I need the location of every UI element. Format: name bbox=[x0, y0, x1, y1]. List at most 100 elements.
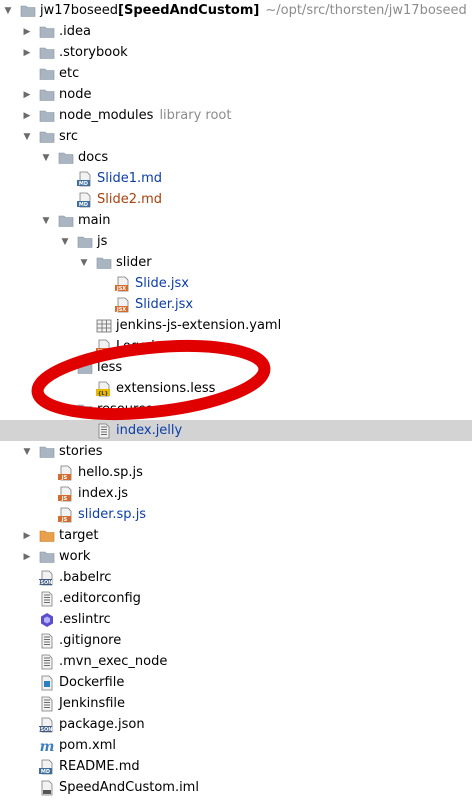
module-name: [SpeedAndCustom] bbox=[118, 3, 260, 18]
chevron-down-icon[interactable]: ▼ bbox=[2, 0, 14, 21]
chevron-down-icon[interactable]: ▼ bbox=[40, 210, 52, 231]
folder-icon bbox=[39, 108, 55, 124]
tree-item-label: Slide1.md bbox=[97, 171, 163, 186]
tree-row[interactable]: ▶ .eslintrc bbox=[0, 609, 472, 630]
tree-row[interactable]: ▶ jenkins-js-extension.yaml bbox=[0, 315, 472, 336]
tree-row[interactable]: ▶ mpom.xml bbox=[0, 735, 472, 756]
tree-row[interactable]: ▶ Dockerfile bbox=[0, 672, 472, 693]
folder-icon bbox=[58, 213, 74, 229]
svg-text:MD: MD bbox=[79, 202, 88, 208]
tree-item-label: hello.sp.js bbox=[78, 465, 143, 480]
tree-row[interactable]: ▼ slider bbox=[0, 252, 472, 273]
tree-row[interactable]: ▼ js bbox=[0, 231, 472, 252]
eslint-file-icon bbox=[39, 612, 55, 628]
folder-icon bbox=[39, 444, 55, 460]
tree-row[interactable]: ▶ target bbox=[0, 525, 472, 546]
resources-folder-icon bbox=[77, 402, 93, 418]
tree-item-label: Slider.jsx bbox=[135, 297, 194, 312]
tree-item-label: src bbox=[59, 129, 78, 144]
tree-row[interactable]: ▶ work bbox=[0, 546, 472, 567]
chevron-down-icon[interactable]: ▼ bbox=[21, 126, 33, 147]
chevron-right-icon[interactable]: ▶ bbox=[21, 21, 33, 42]
tree-row[interactable]: ▼ resources bbox=[0, 399, 472, 420]
tree-row[interactable]: ▶ JSX Slider.jsx bbox=[0, 294, 472, 315]
tree-item-label: Slide.jsx bbox=[135, 276, 189, 291]
chevron-down-icon[interactable]: ▼ bbox=[21, 441, 33, 462]
tree-row[interactable]: ▶ etc bbox=[0, 63, 472, 84]
tree-row[interactable]: ▶ JSX Logo.jsx bbox=[0, 336, 472, 357]
tree-row[interactable]: ▼ jw17boseed [SpeedAndCustom] ~/opt/src/t… bbox=[0, 0, 472, 21]
tree-row[interactable]: ▶ JS hello.sp.js bbox=[0, 462, 472, 483]
tree-item-label: jenkins-js-extension.yaml bbox=[116, 318, 282, 333]
chevron-down-icon[interactable]: ▼ bbox=[59, 357, 71, 378]
text-file-icon bbox=[39, 696, 55, 712]
tree-item-label: pom.xml bbox=[59, 738, 116, 753]
tree-item-label: target bbox=[59, 528, 99, 543]
tree-item-label: .babelrc bbox=[59, 570, 112, 585]
tree-row[interactable]: ▶ index.jelly bbox=[0, 420, 472, 441]
folder-icon bbox=[77, 234, 93, 250]
tree-row[interactable]: ▶ node bbox=[0, 84, 472, 105]
folder-icon bbox=[39, 24, 55, 40]
svg-text:JSON: JSON bbox=[39, 580, 52, 586]
docker-file-icon bbox=[39, 675, 55, 691]
tree-item-label: etc bbox=[59, 66, 80, 81]
tree-item-label: .gitignore bbox=[59, 633, 122, 648]
tree-row[interactable]: ▼ docs bbox=[0, 147, 472, 168]
svg-text:MD: MD bbox=[41, 769, 50, 775]
tree-item-label: index.js bbox=[78, 486, 129, 501]
iml-file-icon bbox=[39, 780, 55, 796]
tree-item-label: .eslintrc bbox=[59, 612, 111, 627]
tree-row[interactable]: ▶ node_modules library root bbox=[0, 105, 472, 126]
tree-item-label: main bbox=[78, 213, 111, 228]
tree-row[interactable]: ▶ MD Slide1.md bbox=[0, 168, 472, 189]
svg-text:JS: JS bbox=[61, 496, 68, 502]
tree-row[interactable]: ▶ MD Slide2.md bbox=[0, 189, 472, 210]
tree-row[interactable]: ▶ .editorconfig bbox=[0, 588, 472, 609]
folder-icon bbox=[39, 45, 55, 61]
text-file-icon bbox=[96, 423, 112, 439]
less-file-icon: {L} bbox=[96, 381, 112, 397]
svg-text:JSON: JSON bbox=[39, 727, 52, 733]
tree-item-label: js bbox=[97, 234, 108, 249]
tree-row[interactable]: ▶ JSON .babelrc bbox=[0, 567, 472, 588]
tree-item-label: Logo.jsx bbox=[116, 339, 170, 354]
folder-icon bbox=[96, 255, 112, 271]
md-file-icon: MD bbox=[77, 171, 93, 187]
tree-row[interactable]: ▼ main bbox=[0, 210, 472, 231]
folder-icon bbox=[58, 150, 74, 166]
chevron-right-icon[interactable]: ▶ bbox=[21, 546, 33, 567]
tree-row[interactable]: ▶ JSON package.json bbox=[0, 714, 472, 735]
tree-row[interactable]: ▶ .mvn_exec_node bbox=[0, 651, 472, 672]
tree-row[interactable]: ▶ JS slider.sp.js bbox=[0, 504, 472, 525]
tree-row[interactable]: ▶ .gitignore bbox=[0, 630, 472, 651]
tree-row[interactable]: ▶ JSX Slide.jsx bbox=[0, 273, 472, 294]
tree-item-label: less bbox=[97, 360, 123, 375]
tree-row[interactable]: ▶ MD README.md bbox=[0, 756, 472, 777]
tree-row[interactable]: ▶ JS index.js bbox=[0, 483, 472, 504]
tree-row[interactable]: ▶ Jenkinsfile bbox=[0, 693, 472, 714]
chevron-down-icon[interactable]: ▼ bbox=[59, 231, 71, 252]
tree-item-label: stories bbox=[59, 444, 103, 459]
tree-row[interactable]: ▶ {L}extensions.less bbox=[0, 378, 472, 399]
tree-row[interactable]: ▶ .storybook bbox=[0, 42, 472, 63]
svg-text:MD: MD bbox=[79, 181, 88, 187]
json-file-icon: JSON bbox=[38, 717, 55, 733]
chevron-down-icon[interactable]: ▼ bbox=[78, 252, 90, 273]
chevron-down-icon[interactable]: ▼ bbox=[59, 399, 71, 420]
tree-item-label: index.jelly bbox=[116, 423, 183, 438]
tree-row[interactable]: ▶ .idea bbox=[0, 21, 472, 42]
tree-item-label: slider bbox=[116, 255, 152, 270]
tree-item-label: .editorconfig bbox=[59, 591, 141, 606]
tree-row[interactable]: ▼ src bbox=[0, 126, 472, 147]
tree-row[interactable]: ▶ SpeedAndCustom.iml bbox=[0, 777, 472, 798]
chevron-right-icon[interactable]: ▶ bbox=[21, 84, 33, 105]
chevron-right-icon[interactable]: ▶ bbox=[21, 105, 33, 126]
chevron-right-icon[interactable]: ▶ bbox=[21, 42, 33, 63]
chevron-right-icon[interactable]: ▶ bbox=[21, 525, 33, 546]
chevron-down-icon[interactable]: ▼ bbox=[40, 147, 52, 168]
excluded-folder-icon bbox=[39, 528, 55, 544]
tree-row[interactable]: ▼ less bbox=[0, 357, 472, 378]
md-file-icon: MD bbox=[39, 759, 55, 775]
tree-row[interactable]: ▼ stories bbox=[0, 441, 472, 462]
